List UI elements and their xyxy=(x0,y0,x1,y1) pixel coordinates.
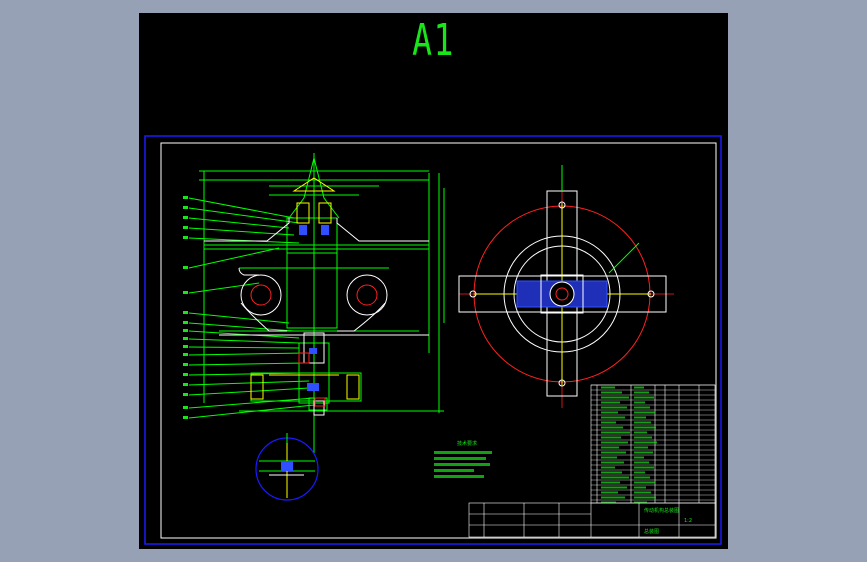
parts-list-cell-text xyxy=(601,436,621,439)
leader-tag xyxy=(183,406,188,409)
parts-list-cell-text xyxy=(634,446,648,449)
parts-list-cell-text xyxy=(601,456,617,459)
parts-list-cell-text xyxy=(601,446,619,449)
parts-list-cell-text xyxy=(634,471,645,474)
parts-list-cell-text xyxy=(601,421,616,424)
leader-tag xyxy=(183,226,188,229)
parts-list-cell-text xyxy=(634,386,644,389)
cad-viewport[interactable]: A1 传动机构总装图 1:2 总装图 技术要求 xyxy=(139,13,728,549)
leader-tag xyxy=(183,337,188,340)
leader-tag xyxy=(183,291,188,294)
parts-list-cell-text xyxy=(601,471,622,474)
leader-tag xyxy=(183,373,188,376)
parts-list-cell-text xyxy=(601,491,618,494)
parts-list-cell-text xyxy=(634,401,645,404)
parts-list-cell-text xyxy=(634,411,655,414)
leader-tag xyxy=(183,345,188,348)
plan-view xyxy=(458,165,674,408)
parts-list-cell-text xyxy=(601,411,618,414)
leader-tag xyxy=(183,353,188,356)
parts-list-cell-text xyxy=(634,491,651,494)
parts-list-cell-text xyxy=(634,466,654,469)
parts-list-cell-text xyxy=(601,496,625,499)
parts-list-cell-text xyxy=(634,486,646,489)
title-block-drawing-name: 传动机构总装图 xyxy=(644,507,679,514)
parts-list-cell-text xyxy=(601,406,627,409)
parts-list-cell-text xyxy=(601,416,625,419)
parts-list-cell-text xyxy=(634,416,646,419)
parts-list-cell-text xyxy=(634,496,656,499)
section-view-bearings xyxy=(250,177,360,400)
parts-list-cell-text xyxy=(601,451,626,454)
parts-list-cell-text xyxy=(634,396,654,399)
leader-tag xyxy=(183,393,188,396)
parts-list-cell-text xyxy=(634,436,652,439)
parts-list-cell-text xyxy=(634,426,656,429)
parts-list-cell-text xyxy=(634,441,657,444)
parts-list-cell-text xyxy=(601,386,615,389)
parts-list-cell-text xyxy=(601,391,622,394)
leader-tag xyxy=(183,363,188,366)
leader-tag xyxy=(183,216,188,219)
title-block-drawing-no: 总装图 xyxy=(644,528,659,535)
parts-list-cell-text xyxy=(634,451,653,454)
parts-list-cell-text xyxy=(634,391,649,394)
parts-list-cell-text xyxy=(601,481,620,484)
leader-tag xyxy=(183,383,188,386)
leader-tag xyxy=(183,236,188,239)
parts-list-cell-text xyxy=(634,421,651,424)
parts-list-cell-text xyxy=(634,476,650,479)
parts-list-cell-text xyxy=(634,406,650,409)
title-block-scale: 1:2 xyxy=(684,518,692,524)
technical-notes: 技术要求 xyxy=(434,440,492,478)
leader-tag xyxy=(183,329,188,332)
leader-tag xyxy=(183,416,188,419)
parts-list-cell-text xyxy=(634,456,644,459)
parts-list-cell-text xyxy=(634,431,647,434)
parts-list-cell-text xyxy=(601,461,624,464)
parts-list-cell-text xyxy=(601,466,615,469)
parts-list-cell-text xyxy=(601,431,630,434)
leader-tag xyxy=(183,266,188,269)
leader-tag xyxy=(183,321,188,324)
parts-list-cell-text xyxy=(601,426,623,429)
parts-list-cell-text xyxy=(601,476,629,479)
leader-tag xyxy=(183,196,188,199)
parts-list-cell-text xyxy=(601,441,628,444)
parts-list-cell-text xyxy=(601,486,627,489)
parts-list-cell-text xyxy=(634,461,649,464)
detail-view-circle xyxy=(255,433,319,501)
leader-tag xyxy=(183,206,188,209)
parts-list-cell-text xyxy=(601,396,629,399)
parts-list-cell-text xyxy=(634,481,655,484)
leader-tags xyxy=(183,196,188,419)
notes-heading: 技术要求 xyxy=(457,440,477,447)
drawing-canvas: 传动机构总装图 1:2 总装图 技术要求 xyxy=(144,135,722,545)
section-view xyxy=(188,153,445,453)
parts-list-cell-text xyxy=(601,401,620,404)
leader-tag xyxy=(183,311,188,314)
